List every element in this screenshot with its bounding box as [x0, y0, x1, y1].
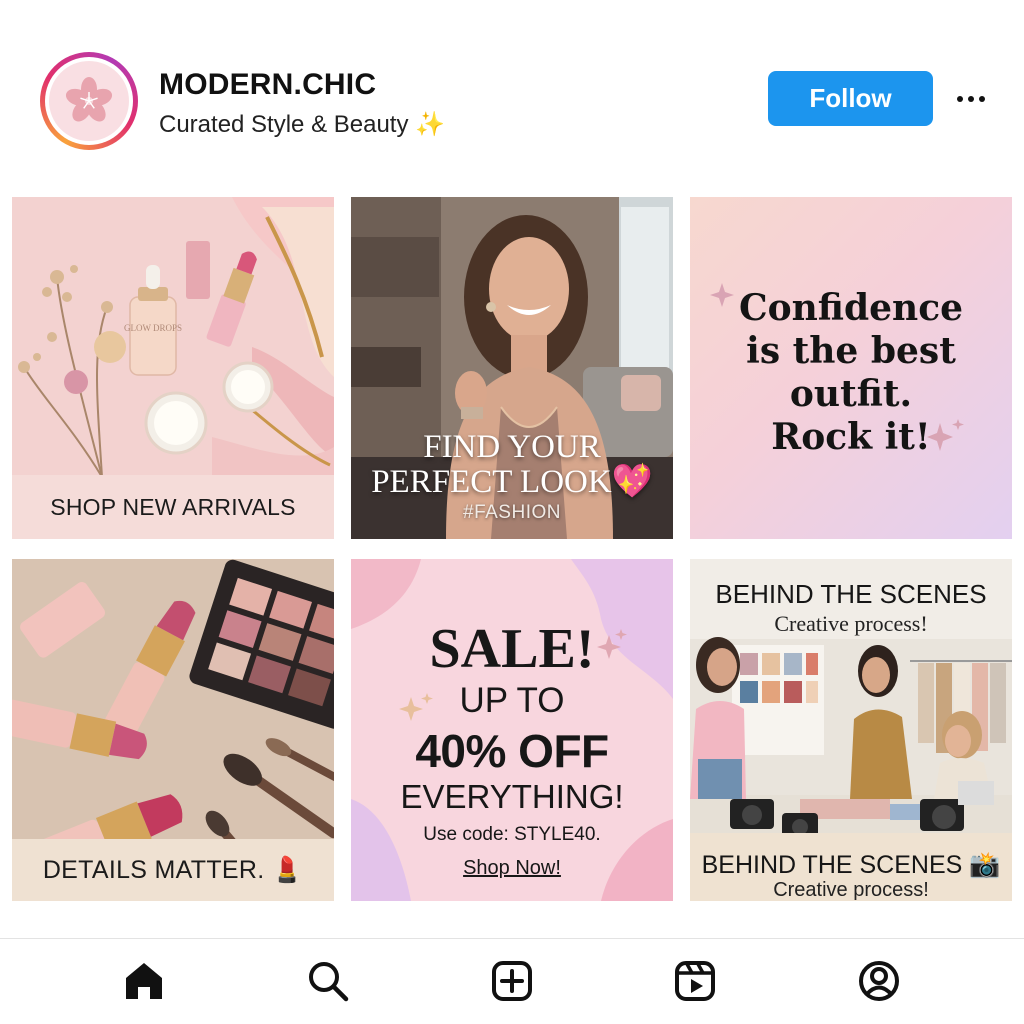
post-tile-confidence-quote[interactable]: Confidence is the best outfit. Rock it!	[690, 197, 1012, 539]
post-caption: DETAILS MATTER. 💄	[12, 839, 334, 901]
quote-line-4: Rock it!	[771, 416, 931, 458]
svg-text:GLOW DROPS: GLOW DROPS	[124, 323, 182, 333]
sparkling-heart-emoji: 💖	[611, 464, 653, 500]
post-caption: SHOP NEW ARRIVALS	[12, 475, 334, 539]
more-dots-icon[interactable]	[948, 82, 994, 116]
bottom-nav	[0, 939, 1024, 1024]
sparkles-emoji: ✨	[415, 111, 446, 138]
add-square-icon[interactable]	[488, 957, 536, 1005]
camera-flash-emoji: 📸	[969, 851, 1001, 879]
quote-line-2: is the best	[746, 330, 956, 372]
post-tile-shop-new-arrivals[interactable]: GLOW DROPS SHOP NEW ARRIVALS	[12, 197, 334, 539]
avatar-ring-gap	[45, 57, 133, 145]
quote-line-1: Confidence	[738, 287, 964, 329]
headline-text: PERFECT LOOK	[371, 464, 612, 500]
profile-username[interactable]: MODERN.CHIC	[159, 68, 376, 102]
sale-headline: SALE!	[429, 618, 595, 680]
lipstick-emoji: 💄	[271, 855, 304, 884]
bts-bottom-title-text: BEHIND THE SCENES	[701, 851, 963, 879]
search-icon[interactable]	[304, 957, 352, 1005]
post-hashtag: #FASHION	[463, 502, 561, 523]
follow-button[interactable]: Follow	[768, 71, 933, 126]
quote-line-3: outfit.	[789, 373, 913, 415]
sale-line-percent: 40% OFF	[415, 725, 609, 777]
sale-promo-code: Use code: STYLE40.	[423, 824, 601, 845]
profile-bio: Curated Style & Beauty ✨	[159, 110, 445, 139]
cherry-blossom-icon	[49, 61, 129, 141]
shop-now-link[interactable]: Shop Now!	[351, 857, 673, 880]
post-headline-line-2: PERFECT LOOK💖	[351, 465, 673, 500]
post-tile-behind-the-scenes[interactable]: BEHIND THE SCENES Creative process! BEHI…	[690, 559, 1012, 901]
reels-icon[interactable]	[671, 957, 719, 1005]
post-headline-line-1: FIND YOUR	[423, 429, 601, 465]
profile-icon[interactable]	[855, 957, 903, 1005]
sale-line-up-to: UP TO	[459, 681, 565, 720]
profile-avatar[interactable]	[40, 52, 138, 150]
bts-bottom-title: BEHIND THE SCENES 📸	[690, 851, 1012, 880]
bts-bottom-subtitle: Creative process!	[773, 879, 929, 901]
post-tile-details-matter[interactable]: DETAILS MATTER. 💄	[12, 559, 334, 901]
home-icon[interactable]	[120, 957, 168, 1005]
bio-text: Curated Style & Beauty	[159, 111, 409, 138]
post-tile-sale[interactable]: SALE! UP TO 40% OFF EVERYTHING! Use code…	[351, 559, 673, 901]
sale-line-everything: EVERYTHING!	[400, 778, 624, 815]
bts-top-subtitle: Creative process!	[774, 611, 928, 636]
post-tile-perfect-look[interactable]: FIND YOUR PERFECT LOOK💖 #FASHION	[351, 197, 673, 539]
caption-text: DETAILS MATTER.	[42, 855, 265, 884]
bts-top-title: BEHIND THE SCENES	[715, 579, 987, 609]
